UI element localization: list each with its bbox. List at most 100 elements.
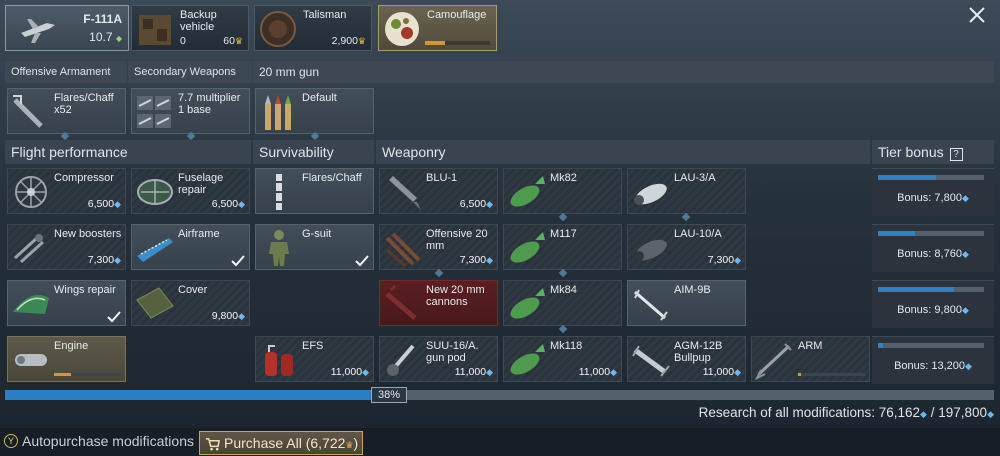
- vehicle-name: F-111A: [83, 12, 122, 26]
- bomb-icon: [510, 176, 545, 207]
- tier-bonus-header: Tier bonus ?: [872, 140, 994, 164]
- bomb-icon: [510, 344, 545, 375]
- tier-bonus-2: Bonus: 8,760◆: [872, 224, 994, 272]
- research-point-icon: ◆: [961, 249, 969, 259]
- cover-cost-value: 9,800: [211, 310, 239, 322]
- module-cover[interactable]: Cover 9,800◆: [131, 280, 250, 326]
- module-g-suit[interactable]: G-suit: [255, 224, 374, 270]
- compressor-icon: [15, 176, 47, 208]
- lau3a-name: LAU-3/A: [674, 172, 716, 184]
- backup-vehicle-card[interactable]: Backup vehicle 0 60♛: [131, 5, 249, 51]
- tier-bonus-3: Bonus: 9,800◆: [872, 280, 994, 328]
- fire-extinguisher-icon: [265, 345, 293, 376]
- module-mk82[interactable]: Mk82: [503, 168, 622, 214]
- research-point-icon: ◆: [920, 409, 927, 419]
- gun-default-belt[interactable]: Default: [255, 88, 374, 134]
- vehicle-card[interactable]: F-111A 10.7 ◆: [5, 5, 129, 51]
- missile-icon: [634, 289, 668, 321]
- secondary-weapons-header: Secondary Weapons: [128, 61, 252, 83]
- module-suu16[interactable]: SUU-16/A. gun pod 11,000◆: [379, 336, 498, 382]
- module-efs[interactable]: EFS 11,000◆: [255, 336, 374, 382]
- survivability-header: Survivability: [253, 140, 374, 164]
- rocket-pod-icon: [634, 183, 667, 205]
- close-icon[interactable]: [968, 6, 986, 24]
- offensive-20mm-cost-value: 7,300: [459, 254, 487, 266]
- tier-bonus-4: Bonus: 13,200◆: [872, 336, 994, 384]
- connector: [558, 212, 568, 222]
- crate-icon: [139, 15, 171, 45]
- module-offensive-20mm[interactable]: Offensive 20 mm 7,300◆: [379, 224, 498, 270]
- boosters-icon: [13, 234, 45, 264]
- suu16-name: SUU-16/A. gun pod: [426, 340, 479, 364]
- ammo-belt-icon: [265, 95, 291, 130]
- module-mk118[interactable]: Mk118 11,000◆: [503, 336, 622, 382]
- offensive-armament-header: Offensive Armament: [5, 61, 127, 83]
- module-agm12b[interactable]: AGM-12B Bullpup 11,000◆: [627, 336, 746, 382]
- secondary-preset-name: 7.7 multiplier 1 base: [178, 92, 248, 116]
- efs-cost-value: 11,000: [330, 366, 363, 378]
- mk118-cost: 11,000◆: [579, 366, 617, 378]
- module-new-boosters[interactable]: New boosters 7,300◆: [7, 224, 126, 270]
- module-mk84[interactable]: Mk84: [503, 280, 622, 326]
- talisman-card[interactable]: Talisman 2,900♛: [254, 5, 372, 51]
- research-summary: Research of all modifications: 76,162◆ /…: [699, 405, 994, 420]
- airframe-icon: [137, 238, 173, 262]
- module-fuselage-repair[interactable]: Fuselage repair 6,500◆: [131, 168, 250, 214]
- module-new-20mm-cannons[interactable]: New 20 mm cannons: [379, 280, 498, 326]
- vehicle-br: 10.7 ◆: [89, 30, 122, 44]
- compressor-name: Compressor: [54, 172, 114, 184]
- suu16-cost: 11,000◆: [455, 366, 493, 378]
- research-total: 197,800: [938, 405, 988, 420]
- module-lau10a[interactable]: LAU-10/A 7,300◆: [627, 224, 746, 270]
- talisman-title: Talisman: [303, 9, 347, 21]
- checkmark-icon: [107, 311, 121, 323]
- backup-cost-value: 60: [223, 35, 235, 47]
- backup-cost: 60♛: [223, 35, 243, 47]
- module-flares-chaff[interactable]: Flares/Chaff: [255, 168, 374, 214]
- flares-armament[interactable]: Flares/Chaff x52: [7, 88, 126, 134]
- research-point-icon: ◆: [362, 367, 369, 377]
- research-point-icon: ◆: [238, 199, 245, 209]
- blu1-name: BLU-1: [426, 172, 458, 184]
- offensive-20mm-name: Offensive 20 mm: [426, 228, 488, 252]
- airframe-name: Airframe: [178, 228, 220, 240]
- aim9b-name: AIM-9B: [674, 284, 711, 296]
- purchase-all-button[interactable]: Purchase All (6,722♛): [199, 431, 363, 455]
- research-progress-percent: 38%: [371, 387, 407, 403]
- secondary-weapon-preset[interactable]: 7.7 multiplier 1 base: [131, 88, 250, 134]
- cover-icon: [136, 287, 174, 319]
- purchase-all-close: ): [353, 435, 359, 451]
- research-point-icon: ◆: [486, 199, 493, 209]
- cover-name: Cover: [178, 284, 208, 296]
- gun-pod-icon: [387, 344, 415, 376]
- connector: [681, 212, 691, 222]
- camouflage-progress: [425, 41, 490, 45]
- research-summary-label: Research of all modifications: 76,162: [698, 405, 921, 420]
- cover-cost: 9,800◆: [212, 310, 245, 322]
- tier-bonus-bar: [878, 231, 984, 236]
- module-aim9b[interactable]: AIM-9B: [627, 280, 746, 326]
- module-engine[interactable]: Engine: [7, 336, 126, 382]
- module-m117[interactable]: M117: [503, 224, 622, 270]
- research-point-icon: ◆: [965, 361, 972, 371]
- module-lau3a[interactable]: LAU-3/A: [627, 168, 746, 214]
- lau10a-name: LAU-10/A: [674, 228, 722, 240]
- module-wings-repair[interactable]: Wings repair: [7, 280, 126, 326]
- research-separator: /: [930, 405, 935, 420]
- wings-repair-icon: [13, 295, 49, 314]
- module-airframe[interactable]: Airframe: [131, 224, 250, 270]
- camouflage-card[interactable]: Camouflage: [378, 5, 497, 51]
- cart-icon: [205, 438, 220, 451]
- gun-default-name: Default: [302, 92, 337, 104]
- module-blu1[interactable]: BLU-1 6,500◆: [379, 168, 498, 214]
- module-arm[interactable]: ARM: [751, 336, 870, 382]
- flight-performance-header: Flight performance: [5, 140, 251, 164]
- help-icon[interactable]: ?: [949, 148, 963, 161]
- research-point-icon: ◆: [987, 409, 994, 419]
- efs-name: EFS: [302, 340, 324, 352]
- jet-icon: [21, 19, 55, 43]
- autopurchase-toggle[interactable]: Y Autopurchase modifications: [4, 433, 194, 449]
- fuselage-repair-name: Fuselage repair: [178, 172, 224, 196]
- module-compressor[interactable]: Compressor 6,500◆: [7, 168, 126, 214]
- engine-progress: [54, 373, 121, 376]
